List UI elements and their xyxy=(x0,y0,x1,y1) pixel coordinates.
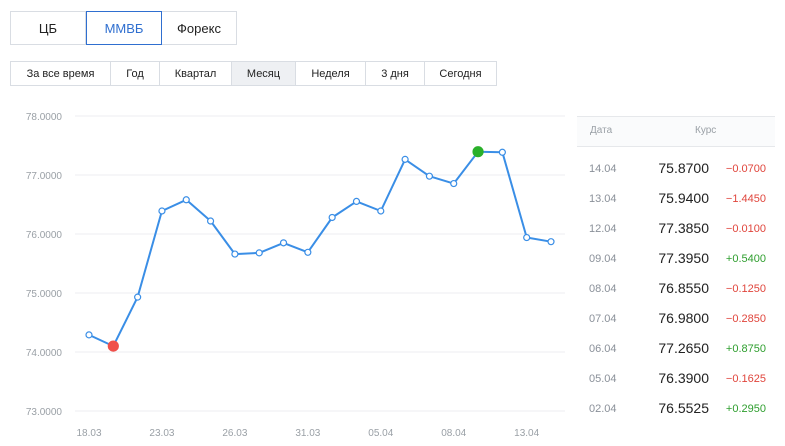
tab-week[interactable]: Неделя xyxy=(296,61,366,86)
x-tick-label: 08.04 xyxy=(441,428,466,439)
row-date: 07.04 xyxy=(589,313,617,325)
tab-cb[interactable]: ЦБ xyxy=(10,11,86,45)
x-tick-label: 26.03 xyxy=(222,428,247,439)
data-point[interactable] xyxy=(425,172,434,180)
y-tick-label: 75.0000 xyxy=(26,289,63,300)
data-point[interactable] xyxy=(158,207,166,215)
table-row: 06.04 77.2650 +0.8750 xyxy=(577,334,775,364)
row-delta: +0.2950 xyxy=(725,403,766,415)
tab-3-days[interactable]: 3 дня xyxy=(366,61,425,86)
table-row: 09.04 77.3950 +0.5400 xyxy=(577,244,775,274)
y-tick-label: 76.0000 xyxy=(26,230,63,241)
row-delta: −0.0700 xyxy=(725,163,766,175)
column-header-rate: Курс xyxy=(695,125,717,136)
row-rate: 76.8550 xyxy=(658,280,709,296)
period-tabs: За все время Год Квартал Месяц Неделя 3 … xyxy=(10,61,497,86)
tab-all-time[interactable]: За все время xyxy=(10,61,111,86)
data-point[interactable] xyxy=(401,155,409,163)
table-row: 07.04 76.9800 −0.2850 xyxy=(577,304,775,334)
row-date: 14.04 xyxy=(589,163,617,175)
y-tick-label: 73.0000 xyxy=(26,407,63,418)
tab-month[interactable]: Месяц xyxy=(232,61,296,86)
data-point[interactable] xyxy=(498,148,506,156)
data-point[interactable] xyxy=(134,293,142,301)
row-delta: +0.8750 xyxy=(725,343,766,355)
data-point[interactable] xyxy=(450,179,458,188)
x-tick-label: 31.03 xyxy=(295,428,320,439)
tab-mmvb[interactable]: ММВБ xyxy=(86,11,162,45)
tab-forex[interactable]: Форекс xyxy=(162,11,237,45)
table-row: 02.04 76.5525 +0.2950 xyxy=(577,394,775,424)
table-body: 14.04 75.8700 −0.0700 13.04 75.9400 −1.4450 … xyxy=(577,147,775,424)
row-date: 09.04 xyxy=(589,253,617,265)
row-date: 12.04 xyxy=(589,223,617,235)
data-point[interactable] xyxy=(352,197,361,206)
data-point[interactable] xyxy=(523,233,531,242)
row-delta: −0.0100 xyxy=(725,223,766,235)
row-rate: 77.3850 xyxy=(658,220,709,236)
row-rate: 76.5525 xyxy=(658,400,709,416)
max-point[interactable] xyxy=(472,146,484,158)
table-header: Дата Курс xyxy=(577,116,775,147)
row-rate: 77.2650 xyxy=(658,340,709,356)
data-point[interactable] xyxy=(304,248,312,256)
table-row: 14.04 75.8700 −0.0700 xyxy=(577,154,775,184)
exchange-rate-chart: 78.0000 77.0000 76.0000 75.0000 74.0000 73.00… xyxy=(26,112,565,439)
data-point[interactable] xyxy=(547,238,555,246)
row-delta: −0.1625 xyxy=(725,373,766,385)
data-point[interactable] xyxy=(279,239,288,247)
source-tabs: ЦБ ММВБ Форекс xyxy=(10,11,237,45)
table-row: 08.04 76.8550 −0.1250 xyxy=(577,274,775,304)
row-rate: 76.3900 xyxy=(658,370,709,386)
y-tick-label: 77.0000 xyxy=(26,171,63,182)
row-rate: 77.3950 xyxy=(658,250,709,266)
tab-today[interactable]: Сегодня xyxy=(425,61,497,86)
table-row: 12.04 77.3850 −0.0100 xyxy=(577,214,775,244)
data-point[interactable] xyxy=(255,249,263,257)
data-point[interactable] xyxy=(328,213,336,222)
row-date: 05.04 xyxy=(589,373,617,385)
series-line xyxy=(88,150,552,348)
table-row: 05.04 76.3900 −0.1625 xyxy=(577,364,775,394)
tab-quarter[interactable]: Квартал xyxy=(160,61,232,86)
data-point[interactable] xyxy=(377,207,385,215)
row-date: 06.04 xyxy=(589,343,617,355)
row-rate: 75.9400 xyxy=(658,190,709,206)
row-rate: 76.9800 xyxy=(658,310,709,326)
x-tick-label: 13.04 xyxy=(514,428,539,439)
row-rate: 75.8700 xyxy=(658,160,709,176)
row-delta: −0.2850 xyxy=(725,313,766,325)
x-tick-label: 23.03 xyxy=(149,428,174,439)
x-tick-label: 18.03 xyxy=(76,428,101,439)
data-point[interactable] xyxy=(231,250,239,258)
data-point[interactable] xyxy=(206,217,215,225)
column-header-date: Дата xyxy=(590,125,613,136)
row-delta: −0.1250 xyxy=(725,283,766,295)
data-point[interactable] xyxy=(182,196,190,204)
row-date: 08.04 xyxy=(589,283,617,295)
min-point[interactable] xyxy=(107,340,119,352)
y-tick-label: 78.0000 xyxy=(26,112,63,123)
rates-table: Дата Курс 14.04 75.8700 −0.0700 13.04 75.94… xyxy=(577,116,775,424)
row-delta: −1.4450 xyxy=(725,193,766,205)
table-row: 13.04 75.9400 −1.4450 xyxy=(577,184,775,214)
y-tick-label: 74.0000 xyxy=(26,348,63,359)
row-date: 02.04 xyxy=(589,403,617,415)
row-delta: +0.5400 xyxy=(725,253,766,265)
tab-year[interactable]: Год xyxy=(111,61,160,86)
x-tick-label: 05.04 xyxy=(368,428,393,439)
data-point[interactable] xyxy=(85,331,93,339)
row-date: 13.04 xyxy=(589,193,617,205)
